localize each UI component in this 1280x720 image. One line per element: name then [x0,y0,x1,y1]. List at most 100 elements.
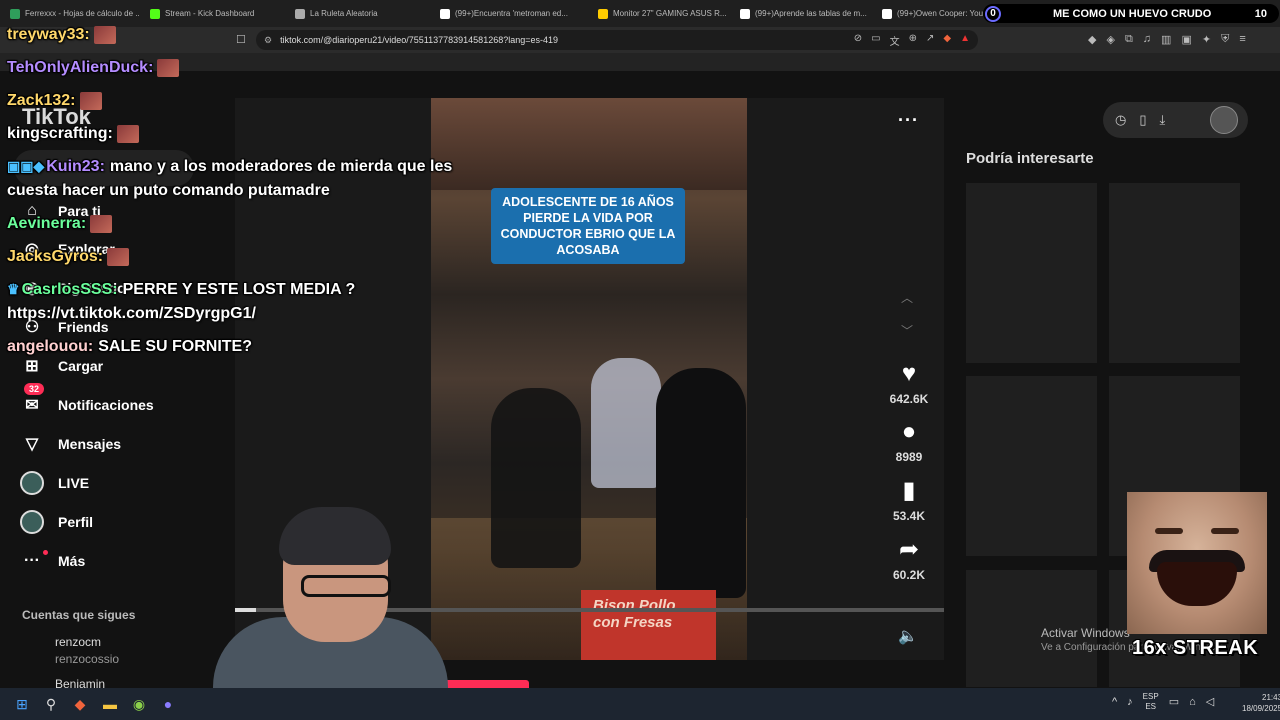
sidebar-item-label: Friends [58,319,109,335]
chevron-down-icon[interactable]: ﹀ [901,322,913,339]
search-icon[interactable]: ⚲ [41,694,61,714]
share-page-icon[interactable]: ↗ [926,33,934,48]
chevron-up-icon[interactable]: ^ [1112,696,1117,708]
comment-icon: ● [901,418,917,445]
tab-label: (99+)Encuentra 'metroman ed... [455,9,568,18]
site-info-icon[interactable]: ⚙ [264,35,272,46]
windows-start-icon[interactable]: ⊞ [12,694,32,714]
cast-icon[interactable]: ▭ [871,33,880,48]
suggestions-title: Podría interesarte [966,150,1094,167]
sidebar-item-label: Notificaciones [58,397,154,413]
screenshot-icon[interactable]: ⧉ [1125,33,1133,46]
language-bottom: ES [1145,701,1157,711]
friends-icon: ⚇ [24,319,40,336]
zoom-icon[interactable]: ⊕ [909,33,917,48]
save-button[interactable]: ▮ 53.4K [880,477,938,523]
comment-button[interactable]: ● 8989 [880,418,938,464]
browser-tab[interactable]: Monitor 27" GAMING ASUS R... [588,0,730,27]
display-icon[interactable]: ▭ [1169,695,1179,708]
sidebar-item-profile[interactable]: Perfil [20,507,93,537]
avatar[interactable] [1210,106,1238,134]
language-indicator[interactable]: ESP ES [1143,692,1159,711]
tab-favicon-icon [10,8,20,19]
shield-icon[interactable]: ◆ [943,33,951,48]
sidebar-item-label: Mensajes [58,436,122,452]
obs-icon[interactable]: ◉ [129,694,149,714]
sidebar-item-home[interactable]: ⌂ Para ti [20,196,101,226]
browser-tab[interactable]: (99+)Owen Cooper: Younger... [872,0,990,27]
volume-tray-icon[interactable]: ◁ [1206,695,1214,708]
tab-favicon-icon [740,8,750,19]
brave-shield-icon[interactable]: ⛨ [1221,33,1229,46]
chevron-up-icon[interactable]: ︿ [901,289,913,306]
screen: Ferrexxx - Hojas de cálculo de ... Stream… [0,0,1280,720]
following-account-name[interactable]: renzocm [55,635,101,649]
sidebar-item-label: LIVE [58,475,90,491]
browser-tab[interactable]: La Ruleta Aleatoria [285,0,430,27]
streak-meme-image [1127,492,1267,634]
volume-icon[interactable]: 🔈 [898,626,918,646]
extension-icon[interactable]: ◆ [1088,33,1096,46]
suggestion-thumbnail[interactable] [966,183,1097,363]
menu-icon[interactable]: ≡ [1239,33,1245,46]
counter-left: 0 [985,5,1001,22]
sidebar-item-following[interactable]: ◉ Siguiendo [20,273,126,303]
sidebar-item-label: Explorar [58,241,115,257]
leo-icon[interactable]: ✦ [1202,33,1211,46]
tab-label: Monitor 27" GAMING ASUS R... [613,9,727,18]
sidebar-icon[interactable]: ▥ [1161,33,1171,46]
url-input[interactable]: ⚙ tiktok.com/@diarioperu21/video/7551137… [256,30,978,50]
translate-icon[interactable]: 文 [890,33,900,48]
rewards-icon[interactable]: ▲ [960,33,970,48]
language-top: ESP [1142,692,1159,701]
webcam-feed [183,505,448,690]
reader-icon[interactable]: ⊘ [854,33,862,48]
sidebar-item-friends[interactable]: ⚇ Friends [20,312,109,342]
browser-tab[interactable]: (99+)Aprende las tablas de m... [730,0,872,27]
like-count: 642.6K [889,392,929,406]
video-figure [491,388,581,568]
sidebar-item-live[interactable]: LIVE [20,468,89,498]
browser-tab[interactable]: (99+)Encuentra 'metroman ed... [430,0,588,27]
sidebar-item-messages[interactable]: ▽ Mensajes [20,429,121,459]
save-count: 53.4K [892,509,926,523]
following-account-handle: renzocossio [55,652,120,666]
home-icon: ⌂ [27,202,37,219]
taskbar-clock[interactable]: 21:43 18/09/2025 [1242,692,1280,714]
sidebar-item-more[interactable]: ··· Más [20,546,85,576]
tab-favicon-icon [598,8,608,19]
like-button[interactable]: ♥ 642.6K [880,360,938,406]
share-icon: ➦ [898,536,920,563]
more-options-icon[interactable]: ··· [898,110,919,131]
brave-icon[interactable]: ◆ [70,694,90,714]
search-input[interactable] [14,150,194,186]
sidebar-item-compass[interactable]: ◎ Explorar [20,234,115,264]
sidebar-item-notifications[interactable]: ✉ 32 Notificaciones [20,383,154,420]
video-player[interactable]: Bison Pollo con Fresas [431,98,747,660]
coin-icon[interactable]: ◷ [1115,112,1126,128]
wallet-icon[interactable]: ◈ [1106,33,1114,46]
share-button[interactable]: ➦ 60.2K [880,536,938,582]
file-explorer-icon[interactable]: ▬ [100,694,120,714]
suggestion-thumbnail[interactable] [1109,183,1240,363]
clock-date: 18/09/2025 [1242,704,1280,714]
browser-tab[interactable]: Ferrexxx - Hojas de cálculo de ... [0,0,140,27]
discord-icon[interactable]: ● [158,694,178,714]
network-icon[interactable]: ⌂ [1189,696,1196,708]
download-icon[interactable]: ⤓ [1160,112,1166,128]
tiktok-logo[interactable]: TikTok [22,104,91,130]
compass-icon: ◎ [25,241,39,258]
vpn-icon[interactable]: ▣ [1181,33,1191,46]
address-bar: ☐ ⚙ tiktok.com/@diarioperu21/video/75511… [0,27,1280,53]
microphone-icon[interactable]: ♪ [1127,696,1133,708]
video-caption: ADOLESCENTE DE 16 AÑOS PIERDE LA VIDA PO… [491,188,685,264]
suggestion-thumbnail[interactable] [966,376,1097,556]
tab-label: (99+)Owen Cooper: Younger... [897,9,990,18]
device-icon[interactable]: ▯ [1139,112,1146,128]
bookmarks-bar [0,53,1280,71]
browser-tab[interactable]: Stream - Kick Dashboard [140,0,285,27]
counter-right: 10 [1254,7,1267,20]
media-icon[interactable]: ♫ [1143,33,1151,46]
sidebar-item-upload[interactable]: ⊞ Cargar [20,351,103,381]
bookmark-icon[interactable]: ☐ [236,33,246,46]
